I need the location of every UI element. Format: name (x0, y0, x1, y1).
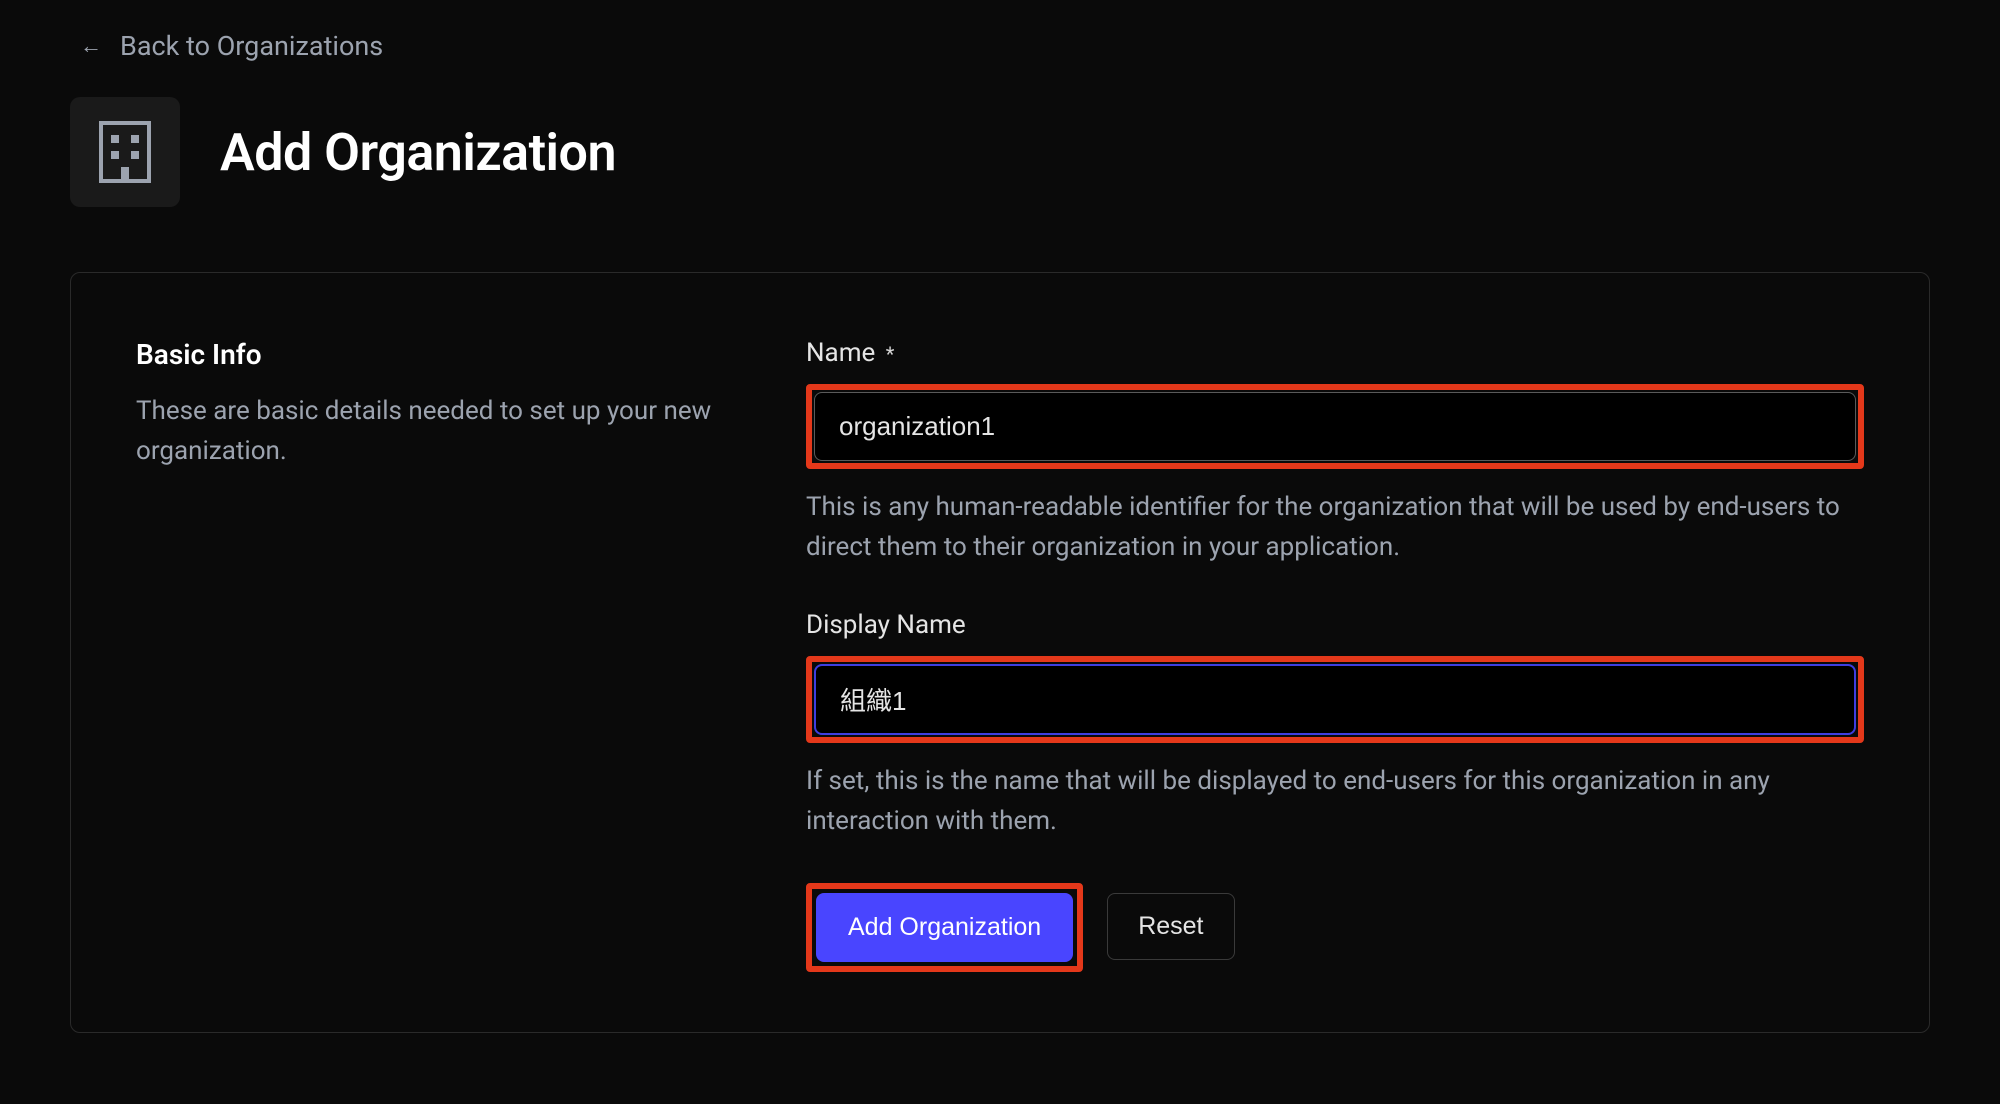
organization-icon-box (70, 97, 180, 207)
section-description: These are basic details needed to set up… (136, 391, 736, 472)
display-name-highlight-annotation (806, 656, 1864, 743)
form-fields: Name * This is any human-readable identi… (806, 338, 1864, 972)
building-icon (97, 119, 153, 185)
add-organization-button[interactable]: Add Organization (816, 893, 1073, 962)
display-name-field-group: Display Name If set, this is the name th… (806, 610, 1864, 842)
arrow-left-icon: ← (80, 33, 102, 59)
name-highlight-annotation (806, 384, 1864, 469)
page-header: Add Organization (70, 97, 1930, 207)
name-label: Name * (806, 338, 1864, 368)
reset-button[interactable]: Reset (1107, 893, 1234, 960)
name-label-text: Name (806, 338, 875, 368)
page-title: Add Organization (220, 122, 616, 183)
display-name-help-text: If set, this is the name that will be di… (806, 761, 1864, 842)
form-card: Basic Info These are basic details neede… (70, 272, 1930, 1033)
display-name-label: Display Name (806, 610, 1864, 640)
back-link-label: Back to Organizations (120, 30, 383, 62)
back-to-organizations-link[interactable]: ← Back to Organizations (80, 30, 383, 62)
name-field-group: Name * This is any human-readable identi… (806, 338, 1864, 568)
name-help-text: This is any human-readable identifier fo… (806, 487, 1864, 568)
section-title: Basic Info (136, 338, 736, 371)
section-info: Basic Info These are basic details neede… (136, 338, 736, 972)
display-name-input[interactable] (814, 664, 1856, 735)
name-input[interactable] (814, 392, 1856, 461)
required-indicator: * (886, 342, 895, 366)
form-actions: Add Organization Reset (806, 883, 1864, 972)
submit-highlight-annotation: Add Organization (806, 883, 1083, 972)
